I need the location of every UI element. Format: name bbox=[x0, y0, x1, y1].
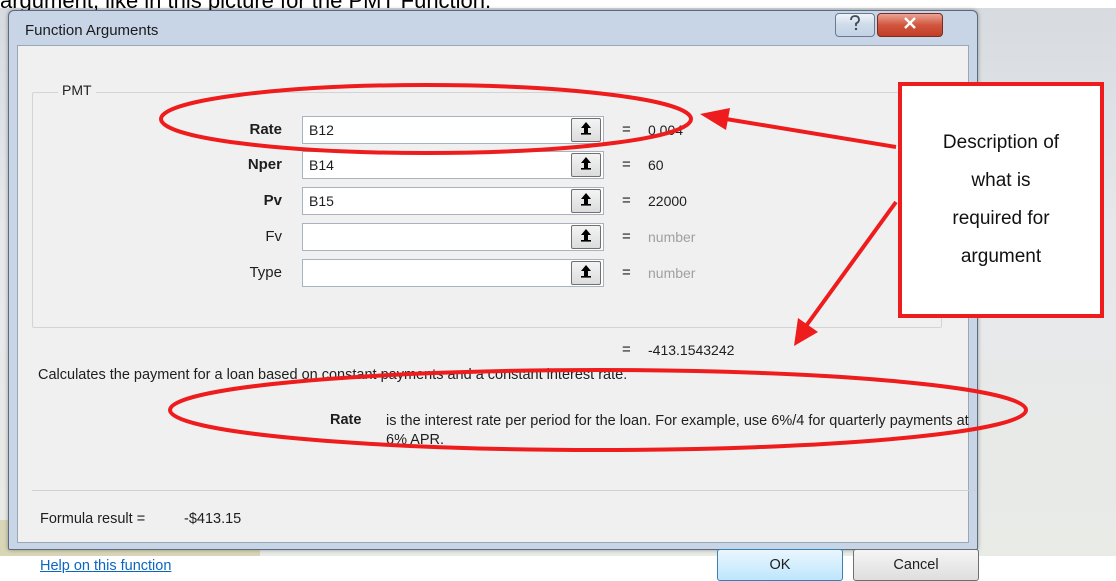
arg-label-nper: Nper bbox=[247, 156, 282, 173]
arg-input-fv[interactable] bbox=[302, 223, 604, 251]
close-icon bbox=[903, 16, 917, 34]
cancel-button[interactable]: Cancel bbox=[853, 549, 979, 581]
arg-result-pv: 22000 bbox=[648, 193, 687, 209]
dialog-title: Function Arguments bbox=[25, 22, 159, 39]
function-arguments-dialog: Function Arguments PMT Rate B12 = 0.004 … bbox=[8, 10, 979, 581]
callout-line: argument bbox=[960, 246, 1042, 267]
collapse-button-pv[interactable] bbox=[571, 189, 601, 213]
argument-help-text: is the interest rate per period for the … bbox=[386, 413, 969, 448]
collapse-button-rate[interactable] bbox=[571, 118, 601, 142]
callout-line: Description of bbox=[942, 132, 1060, 153]
equals-sign: = bbox=[622, 156, 631, 173]
function-name: PMT bbox=[58, 82, 96, 98]
arg-label-rate: Rate bbox=[249, 121, 282, 138]
callout-box: Description of what is required for argu… bbox=[898, 82, 1104, 318]
overall-equals-sign: = bbox=[622, 341, 631, 358]
formula-result-value: -$413.15 bbox=[184, 511, 242, 527]
arrow-up-icon bbox=[580, 192, 592, 211]
arg-result-rate: 0.004 bbox=[648, 122, 684, 138]
arg-result-fv: number bbox=[648, 229, 696, 245]
arg-input-pv[interactable]: B15 bbox=[302, 187, 604, 215]
collapse-button-nper[interactable] bbox=[571, 153, 601, 177]
arrow-up-icon bbox=[580, 121, 592, 140]
function-description: Calculates the payment for a loan based … bbox=[38, 367, 628, 383]
arg-result-nper: 60 bbox=[648, 157, 664, 173]
titlebar: Function Arguments bbox=[9, 11, 977, 45]
overall-result: -413.1543242 bbox=[648, 342, 735, 358]
arg-input-type[interactable] bbox=[302, 259, 604, 287]
close-button[interactable] bbox=[877, 13, 943, 37]
argument-help-name: Rate bbox=[330, 412, 362, 428]
ok-button[interactable]: OK bbox=[717, 549, 843, 581]
equals-sign: = bbox=[622, 121, 631, 138]
divider bbox=[32, 490, 976, 491]
collapse-button-fv[interactable] bbox=[571, 225, 601, 249]
equals-sign: = bbox=[622, 192, 631, 209]
callout-line: required for bbox=[952, 208, 1050, 229]
question-icon bbox=[848, 14, 862, 36]
formula-result-label: Formula result = bbox=[40, 511, 146, 527]
arg-input-nper[interactable]: B14 bbox=[302, 151, 604, 179]
arrow-up-icon bbox=[580, 228, 592, 247]
help-on-function-link[interactable]: Help on this function bbox=[40, 558, 171, 574]
help-button[interactable] bbox=[835, 13, 875, 37]
arrow-up-icon bbox=[580, 264, 592, 283]
arg-input-rate[interactable]: B12 bbox=[302, 116, 604, 144]
dialog-body: PMT Rate B12 = 0.004 Nper B14 = 60 Pv B1… bbox=[17, 45, 979, 581]
collapse-button-type[interactable] bbox=[571, 261, 601, 285]
arg-label-type: Type bbox=[249, 264, 282, 281]
equals-sign: = bbox=[622, 264, 631, 281]
arg-result-type: number bbox=[648, 265, 696, 281]
equals-sign: = bbox=[622, 228, 631, 245]
arrow-up-icon bbox=[580, 156, 592, 175]
callout-line: what is bbox=[971, 170, 1031, 191]
arg-label-pv: Pv bbox=[263, 192, 282, 209]
arg-label-fv: Fv bbox=[265, 228, 282, 245]
